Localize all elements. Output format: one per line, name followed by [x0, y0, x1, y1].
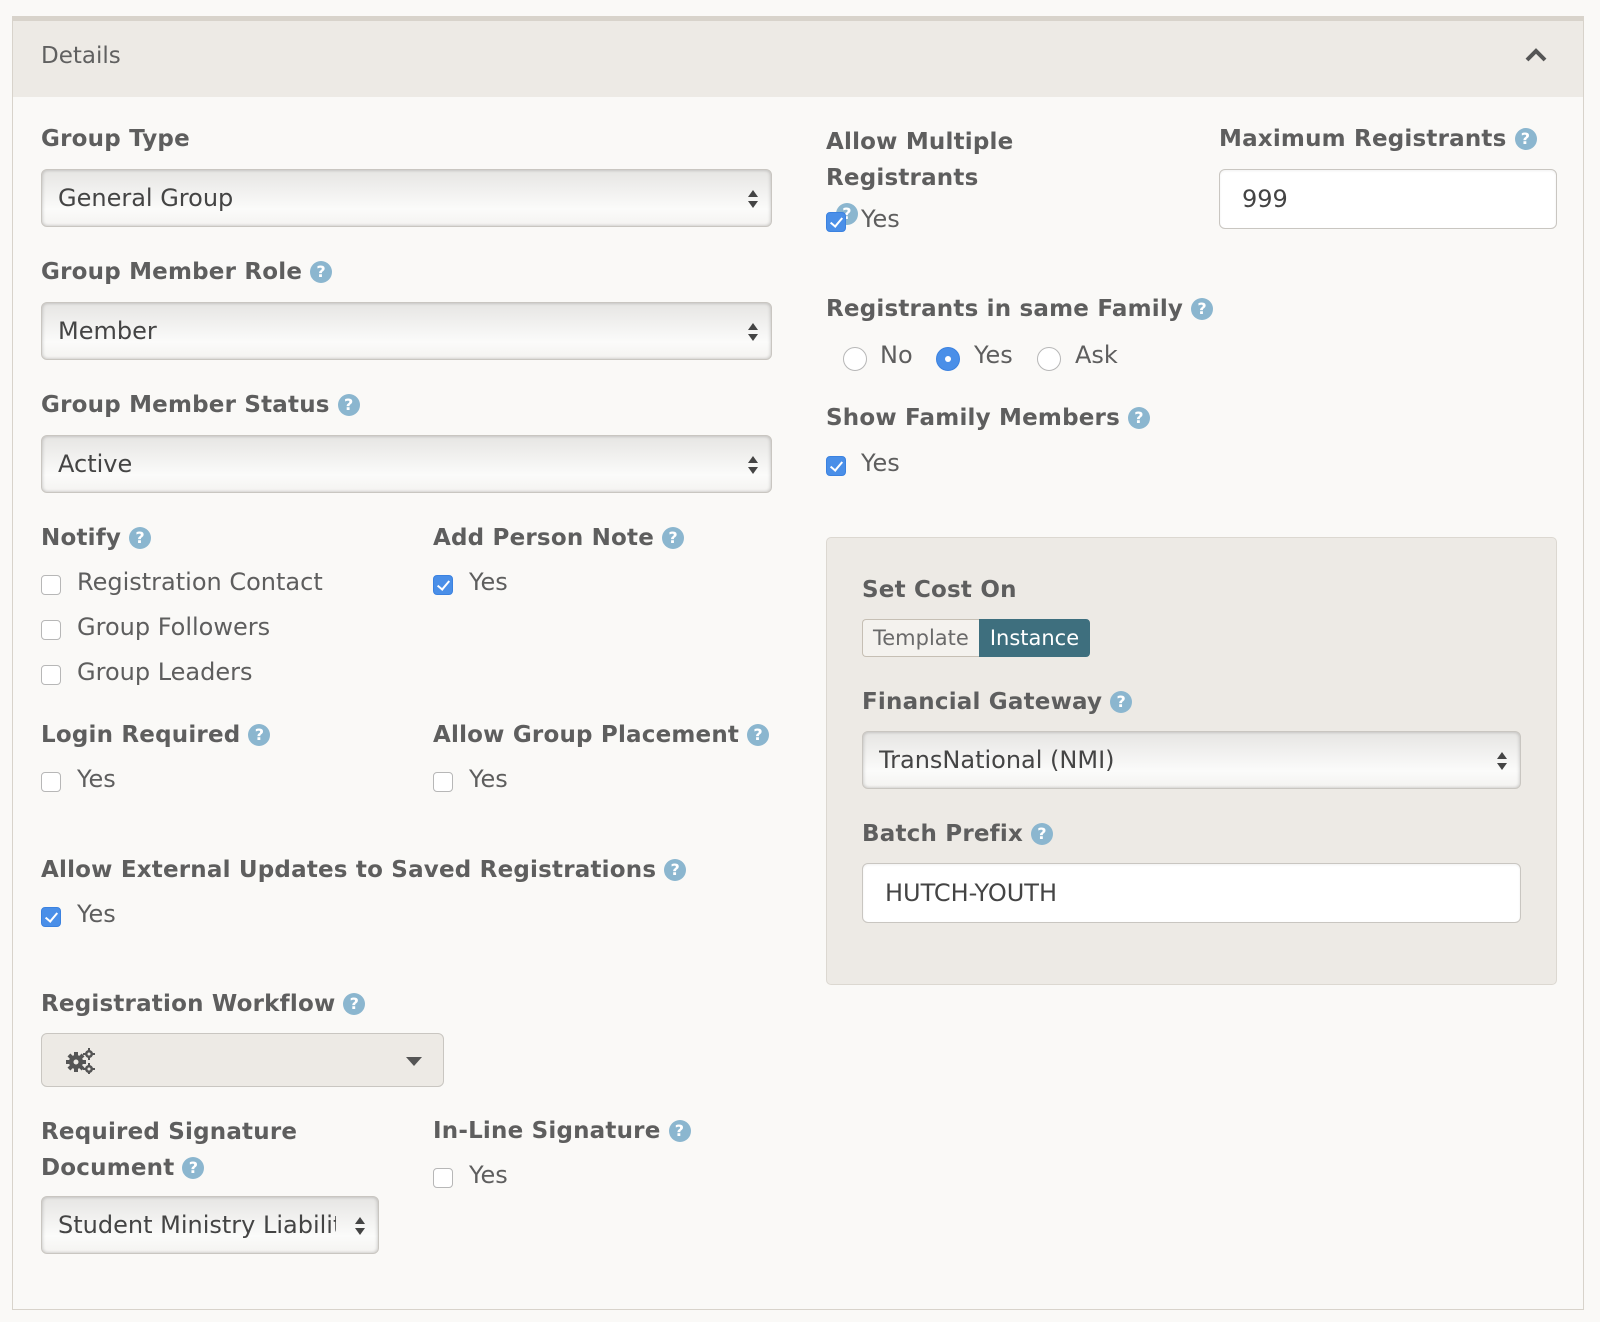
help-icon[interactable]: ?: [747, 724, 770, 746]
login-required-option: Yes: [77, 765, 116, 793]
allow-group-placement-option: Yes: [469, 765, 508, 793]
maximum-registrants-label: Maximum Registrants?: [1219, 126, 1537, 152]
financial-gateway-select[interactable]: TransNational (NMI): [862, 731, 1521, 789]
radio-no-label: No: [880, 341, 913, 369]
show-family-members-checkbox[interactable]: [826, 456, 846, 476]
help-icon[interactable]: ?: [1031, 823, 1053, 845]
notify-group-followers-checkbox[interactable]: [41, 620, 61, 640]
help-icon[interactable]: ?: [1191, 298, 1214, 320]
allow-multiple-registrants-option: Yes: [861, 205, 900, 233]
select-arrows-icon: [355, 1217, 365, 1235]
notify-group-leaders-checkbox[interactable]: [41, 665, 61, 685]
notify-registration-contact-checkbox[interactable]: [41, 575, 61, 595]
help-icon[interactable]: ?: [664, 859, 687, 881]
financial-gateway-label: Financial Gateway?: [862, 689, 1133, 715]
group-type-label: Group Type: [41, 126, 190, 152]
group-member-role-label: Group Member Role?: [41, 259, 333, 285]
help-icon[interactable]: ?: [337, 394, 360, 416]
group-member-role-value: Member: [58, 317, 157, 345]
group-type-value: General Group: [58, 184, 234, 212]
radio-ask[interactable]: [1037, 347, 1061, 371]
allow-external-updates-option: Yes: [77, 900, 116, 928]
batch-prefix-label: Batch Prefix?: [862, 821, 1053, 847]
allow-multiple-registrants-checkbox[interactable]: [826, 212, 846, 232]
caret-down-icon: [406, 1057, 422, 1066]
required-signature-document-select[interactable]: Student Ministry Liability: [41, 1196, 379, 1254]
batch-prefix-input[interactable]: HUTCH-YOUTH: [862, 863, 1521, 923]
login-required-label: Login Required?: [41, 722, 271, 748]
inline-signature-label: In-Line Signature?: [433, 1118, 691, 1144]
add-person-note-checkbox[interactable]: [433, 575, 453, 595]
registrants-same-family-label: Registrants in same Family?: [826, 296, 1214, 322]
help-icon[interactable]: ?: [129, 527, 152, 549]
show-family-members-option: Yes: [861, 449, 900, 477]
registration-workflow-label: Registration Workflow?: [41, 991, 366, 1017]
notify-registration-contact-label: Registration Contact: [77, 568, 323, 596]
group-member-role-select[interactable]: Member: [41, 302, 772, 360]
login-required-checkbox[interactable]: [41, 772, 61, 792]
required-signature-document-label: Required Signature Document?: [41, 1119, 298, 1181]
panel-title: Details: [41, 43, 121, 69]
radio-ask-label: Ask: [1075, 341, 1118, 369]
set-cost-on-label: Set Cost On: [862, 577, 1017, 603]
toggle-template-button[interactable]: Template: [862, 619, 979, 657]
maximum-registrants-input[interactable]: 999: [1219, 169, 1557, 229]
help-icon[interactable]: ?: [1127, 407, 1150, 429]
radio-yes[interactable]: [936, 347, 960, 371]
help-icon[interactable]: ?: [248, 724, 271, 746]
help-icon[interactable]: ?: [1514, 128, 1537, 150]
allow-external-updates-checkbox[interactable]: [41, 907, 61, 927]
allow-external-updates-label: Allow External Updates to Saved Registra…: [41, 857, 687, 883]
group-member-status-label: Group Member Status?: [41, 392, 360, 418]
select-arrows-icon: [1497, 752, 1507, 770]
help-icon[interactable]: ?: [182, 1157, 205, 1179]
allow-group-placement-label: Allow Group Placement?: [433, 722, 770, 748]
select-arrows-icon: [748, 456, 758, 474]
group-member-status-value: Active: [58, 450, 133, 478]
gears-icon: [66, 1048, 95, 1074]
toggle-instance-button[interactable]: Instance: [978, 619, 1091, 657]
add-person-note-option: Yes: [469, 568, 508, 596]
panel-header[interactable]: Details: [13, 21, 1583, 97]
add-person-note-label: Add Person Note?: [433, 525, 685, 551]
help-icon[interactable]: ?: [310, 261, 333, 283]
chevron-up-icon[interactable]: [1525, 47, 1547, 63]
financial-gateway-value: TransNational (NMI): [879, 746, 1115, 774]
radio-yes-label: Yes: [974, 341, 1013, 369]
select-arrows-icon: [748, 190, 758, 208]
notify-group-leaders-label: Group Leaders: [77, 658, 253, 686]
help-icon[interactable]: ?: [668, 1120, 691, 1142]
radio-no[interactable]: [843, 347, 867, 371]
notify-label: Notify?: [41, 525, 152, 551]
group-member-status-select[interactable]: Active: [41, 435, 772, 493]
help-icon[interactable]: ?: [1110, 691, 1133, 713]
help-icon[interactable]: ?: [343, 993, 366, 1015]
required-signature-document-value: Student Ministry Liability: [58, 1211, 336, 1239]
show-family-members-label: Show Family Members?: [826, 405, 1150, 431]
help-icon[interactable]: ?: [662, 527, 685, 549]
inline-signature-checkbox[interactable]: [433, 1168, 453, 1188]
registration-workflow-picker[interactable]: [41, 1033, 444, 1087]
allow-group-placement-checkbox[interactable]: [433, 772, 453, 792]
inline-signature-option: Yes: [469, 1161, 508, 1189]
set-cost-on-toggle: Template Instance: [862, 619, 1091, 657]
select-arrows-icon: [748, 323, 758, 341]
group-type-select[interactable]: General Group: [41, 169, 772, 227]
notify-group-followers-label: Group Followers: [77, 613, 271, 641]
